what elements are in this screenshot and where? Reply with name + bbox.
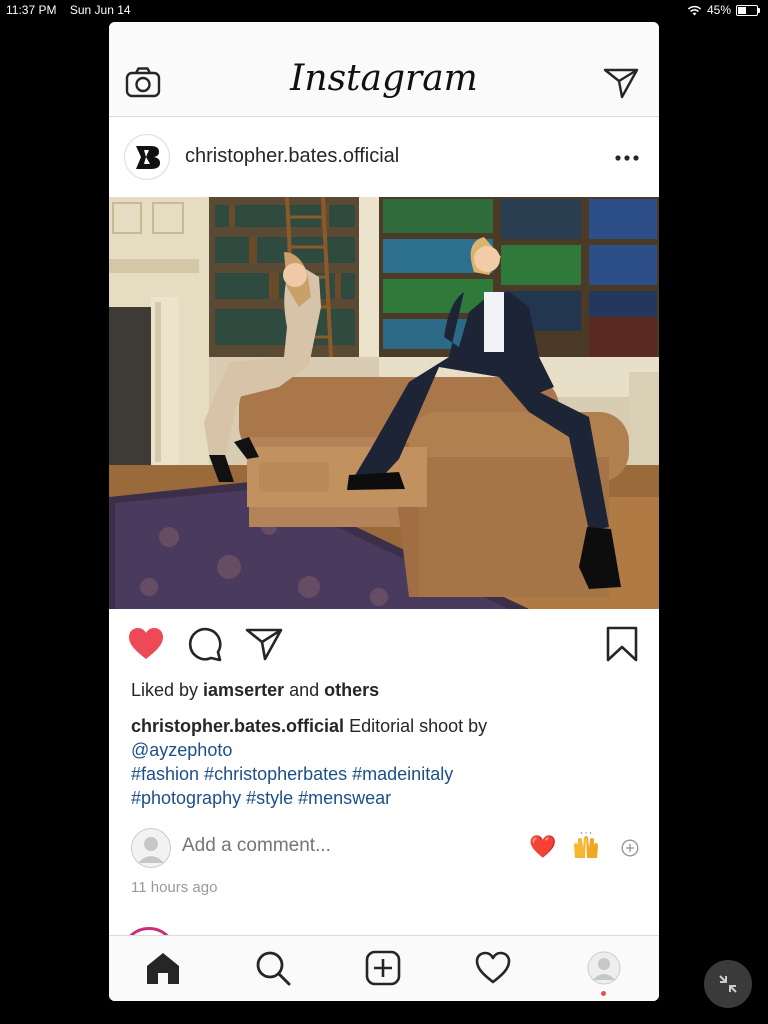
add-comment-row: ❤️ (131, 826, 641, 870)
caption-hashtags-line2[interactable]: #photography #style #menswear (131, 788, 391, 808)
comment-input[interactable] (182, 835, 432, 857)
liked-by-and: and (284, 680, 325, 700)
activity-heart-icon[interactable] (475, 950, 511, 986)
post-timestamp: 11 hours ago (131, 879, 218, 896)
caption-username[interactable]: christopher.bates.official (131, 716, 344, 736)
status-date: Sun Jun 14 (69, 3, 131, 17)
quick-reaction-raised-hands[interactable] (571, 832, 601, 862)
author-avatar[interactable] (124, 134, 170, 180)
direct-send-icon[interactable] (603, 66, 639, 100)
heart-filled-icon[interactable] (127, 626, 165, 662)
more-options-icon[interactable] (615, 155, 639, 161)
status-bar: 11:37 PM Sun Jun 14 45% (0, 0, 768, 20)
top-navigation-bar: Instagram (109, 22, 659, 117)
post-header: christopher.bates.official (109, 117, 659, 197)
status-time: 11:37 PM (6, 3, 57, 17)
profile-icon[interactable] (586, 950, 622, 986)
add-post-icon[interactable] (365, 950, 401, 986)
caption-text: Editorial shoot by (344, 716, 488, 736)
bookmark-icon[interactable] (603, 626, 641, 662)
post-actions (109, 612, 659, 672)
minimize-arrows-icon (719, 975, 737, 993)
post-author-username[interactable]: christopher.bates.official (185, 145, 399, 168)
post-photo[interactable] (109, 197, 659, 609)
liked-by-others[interactable]: others (324, 680, 379, 700)
wifi-icon (687, 5, 702, 15)
battery-level (738, 6, 747, 14)
app-logo: Instagram (290, 58, 478, 99)
battery-icon (736, 4, 760, 16)
caption-hashtags-line1[interactable]: #fashion #christopherbates #madeinitaly (131, 764, 453, 784)
comment-icon[interactable] (186, 626, 224, 662)
default-avatar-icon (138, 837, 164, 863)
battery-percent: 45% (706, 3, 731, 17)
add-reaction-icon[interactable] (621, 839, 639, 857)
notification-dot (601, 991, 606, 996)
brand-monogram-icon (136, 146, 160, 169)
home-icon[interactable] (145, 950, 181, 986)
liked-by-user[interactable]: iamserter (203, 680, 284, 700)
post-photo-image (109, 197, 659, 609)
likes-summary[interactable]: Liked by iamserter and others (131, 680, 379, 701)
search-icon[interactable] (255, 950, 291, 986)
minimize-window-button[interactable] (704, 960, 752, 1008)
app-window: Instagram christopher.bates.official Lik… (109, 22, 659, 1001)
commenter-avatar (131, 828, 171, 868)
liked-by-prefix: Liked by (131, 680, 204, 700)
quick-reaction-heart[interactable]: ❤️ (529, 834, 556, 860)
bottom-tab-bar (109, 935, 659, 1001)
caption-mention[interactable]: @ayzephoto (131, 740, 232, 760)
post-caption: christopher.bates.official Editorial sho… (131, 714, 621, 810)
share-icon[interactable] (245, 626, 283, 662)
